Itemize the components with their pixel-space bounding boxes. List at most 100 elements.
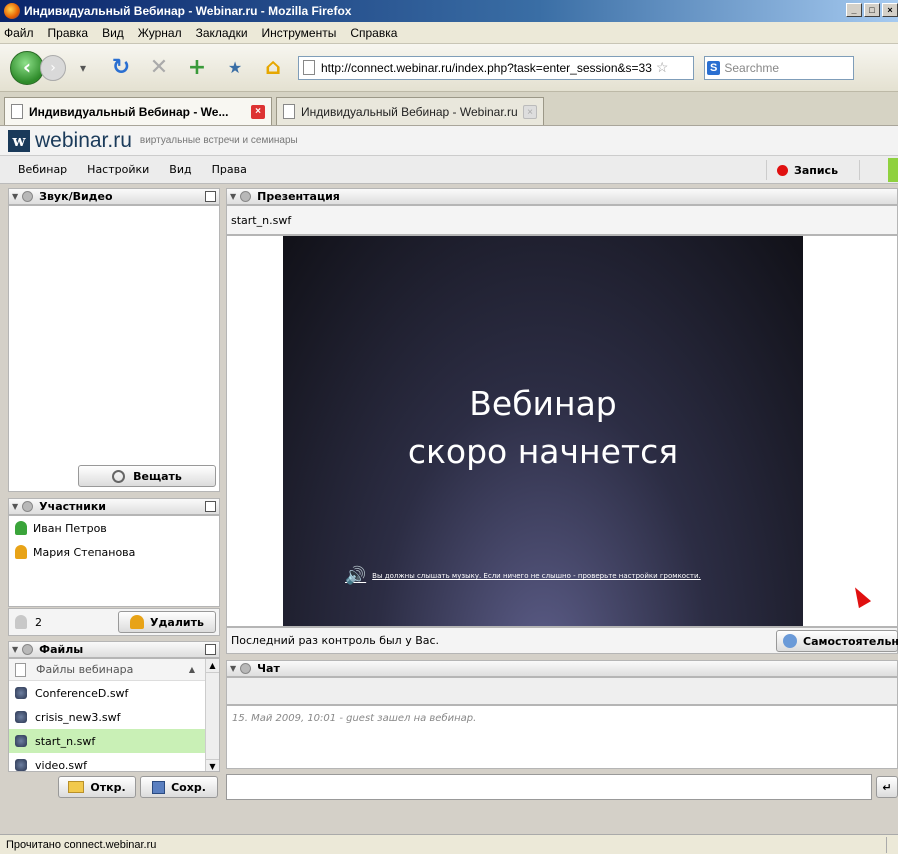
folder-open-icon bbox=[68, 781, 85, 793]
remove-participant-button[interactable]: Удалить bbox=[118, 611, 216, 633]
file-item[interactable]: video.swf bbox=[9, 753, 219, 772]
participants-panel-header[interactable]: ▼ Участники bbox=[8, 498, 220, 515]
self-control-button[interactable]: Самостоятельно bbox=[776, 630, 898, 652]
tab-webinar-active[interactable]: Индивидуальный Вебинар - We... × bbox=[4, 97, 272, 125]
broadcast-button[interactable]: Вещать bbox=[78, 465, 216, 487]
app-menu-settings[interactable]: Настройки bbox=[87, 163, 149, 176]
address-bar[interactable]: http://connect.webinar.ru/index.php?task… bbox=[298, 55, 694, 80]
search-box[interactable]: S Searchme bbox=[704, 55, 854, 80]
close-tab-icon[interactable]: × bbox=[523, 104, 537, 119]
save-label: Сохр. bbox=[171, 780, 206, 794]
sort-asc-icon[interactable]: ▲ bbox=[189, 665, 195, 674]
collapse-icon[interactable]: ▼ bbox=[12, 502, 18, 511]
menu-help[interactable]: Справка bbox=[350, 26, 397, 40]
save-file-button[interactable]: Сохр. bbox=[140, 776, 218, 798]
remove-label: Удалить bbox=[150, 615, 204, 629]
speaker-icon: 🔊 bbox=[345, 566, 367, 586]
maximize-panel-icon[interactable] bbox=[205, 191, 216, 202]
slide-audio-note: 🔊 Вы должны слышать музыку. Если ничего … bbox=[345, 566, 701, 586]
send-message-button[interactable]: ↵ bbox=[876, 776, 898, 798]
app-menu-rights[interactable]: Права bbox=[212, 163, 247, 176]
collapse-icon[interactable]: ▼ bbox=[12, 192, 18, 201]
document-icon bbox=[15, 662, 26, 677]
brand-header: w webinar.ru виртуальные встречи и семин… bbox=[0, 126, 898, 156]
chat-log: 15. Май 2009, 10:01 - guest зашел на веб… bbox=[226, 705, 898, 769]
file-item[interactable]: crisis_new3.swf bbox=[9, 705, 219, 729]
maximize-panel-icon[interactable] bbox=[205, 644, 216, 655]
search-engine-icon[interactable]: S bbox=[707, 60, 721, 75]
collapse-icon[interactable]: ▼ bbox=[12, 645, 18, 654]
search-placeholder: Searchme bbox=[724, 60, 780, 75]
slide-note-text[interactable]: Вы должны слышать музыку. Если ничего не… bbox=[372, 572, 701, 580]
status-text: Прочитано connect.webinar.ru bbox=[6, 838, 157, 851]
files-scrollbar[interactable]: ▲ ▼ bbox=[205, 659, 219, 771]
menu-bookmarks[interactable]: Закладки bbox=[196, 26, 248, 40]
files-panel-header[interactable]: ▼ Файлы bbox=[8, 641, 220, 658]
maximize-button[interactable]: □ bbox=[864, 3, 880, 17]
menu-file[interactable]: Файл bbox=[4, 26, 34, 40]
close-tab-icon[interactable]: × bbox=[251, 104, 265, 119]
chat-panel-header[interactable]: ▼ Чат bbox=[226, 660, 898, 677]
av-panel-header[interactable]: ▼ Звук/Видео bbox=[8, 188, 220, 205]
menu-edit[interactable]: Правка bbox=[48, 26, 89, 40]
menu-tools[interactable]: Инструменты bbox=[262, 26, 337, 40]
history-dropdown-icon[interactable]: ▾ bbox=[70, 55, 96, 81]
tab-label: Индивидуальный Вебинар - Webinar.ru bbox=[301, 104, 518, 119]
app-menubar: Вебинар Настройки Вид Права Запись bbox=[0, 156, 898, 184]
maximize-panel-icon[interactable] bbox=[205, 501, 216, 512]
file-item-selected[interactable]: start_n.swf bbox=[9, 729, 219, 753]
tab-strip: Индивидуальный Вебинар - We... × Индивид… bbox=[0, 92, 898, 126]
scroll-down-icon[interactable]: ▼ bbox=[206, 759, 219, 771]
app-menu-view[interactable]: Вид bbox=[169, 163, 191, 176]
presentation-panel-header[interactable]: ▼ Презентация bbox=[226, 188, 898, 205]
panel-settings-icon[interactable] bbox=[240, 663, 252, 674]
swf-file-icon bbox=[15, 759, 27, 771]
menu-history[interactable]: Журнал bbox=[138, 26, 182, 40]
remove-user-icon bbox=[130, 615, 145, 629]
files-panel-title: Файлы bbox=[39, 643, 84, 656]
self-control-label: Самостоятельно bbox=[803, 634, 898, 648]
logo-icon: w bbox=[8, 129, 30, 152]
panel-settings-icon[interactable] bbox=[22, 501, 34, 512]
menu-view[interactable]: Вид bbox=[102, 26, 124, 40]
record-button[interactable]: Запись bbox=[766, 160, 860, 180]
files-list-header[interactable]: Файлы вебинара ▲ bbox=[9, 659, 219, 681]
collapse-icon[interactable]: ▼ bbox=[230, 192, 236, 201]
save-icon bbox=[152, 780, 166, 794]
url-text: http://connect.webinar.ru/index.php?task… bbox=[321, 60, 652, 75]
participant-name: Иван Петров bbox=[33, 521, 107, 535]
panel-settings-icon[interactable] bbox=[22, 191, 34, 202]
close-button[interactable]: × bbox=[882, 3, 898, 17]
panel-settings-icon[interactable] bbox=[240, 191, 252, 202]
broadcast-label: Вещать bbox=[133, 469, 182, 483]
bookmark-star-icon[interactable]: ☆ bbox=[656, 59, 669, 76]
collapse-icon[interactable]: ▼ bbox=[230, 664, 236, 673]
open-file-button[interactable]: Откр. bbox=[58, 776, 136, 798]
bookmarks-star-icon[interactable]: ★ bbox=[222, 55, 248, 81]
chat-message: 15. Май 2009, 10:01 - guest зашел на веб… bbox=[232, 713, 477, 724]
reload-icon[interactable]: ↻ bbox=[108, 55, 134, 81]
statusbar-segment bbox=[886, 837, 898, 853]
slide-title: Вебинар bbox=[469, 384, 617, 423]
app-menu-webinar[interactable]: Вебинар bbox=[18, 163, 67, 176]
tab-webinar-inactive[interactable]: Индивидуальный Вебинар - Webinar.ru × bbox=[276, 97, 544, 125]
stop-icon[interactable]: ✕ bbox=[146, 55, 172, 81]
chat-input[interactable] bbox=[226, 774, 872, 800]
file-item[interactable]: ConferenceD.swf bbox=[9, 681, 219, 705]
participants-list: Иван Петров Мария Степанова bbox=[8, 515, 220, 607]
back-button[interactable]: ‹ bbox=[10, 50, 44, 85]
add-bookmark-icon[interactable]: + bbox=[184, 55, 210, 81]
navigation-toolbar: ‹ › ▾ ↻ ✕ + ★ ⌂ http://connect.webinar.r… bbox=[0, 44, 898, 92]
chat-toolbar bbox=[226, 677, 898, 705]
file-name: video.swf bbox=[35, 758, 87, 772]
control-status-text: Последний раз контроль был у Вас. bbox=[231, 634, 440, 647]
presentation-file-name: start_n.swf bbox=[231, 213, 292, 227]
scroll-up-icon[interactable]: ▲ bbox=[206, 659, 219, 673]
panel-settings-icon[interactable] bbox=[22, 644, 34, 655]
minimize-button[interactable]: _ bbox=[846, 3, 862, 17]
forward-button[interactable]: › bbox=[40, 54, 66, 81]
home-icon[interactable]: ⌂ bbox=[260, 55, 286, 81]
participant-item[interactable]: Мария Степанова bbox=[9, 540, 219, 564]
participant-item[interactable]: Иван Петров bbox=[9, 516, 219, 540]
browser-menubar: Файл Правка Вид Журнал Закладки Инструме… bbox=[0, 22, 898, 44]
